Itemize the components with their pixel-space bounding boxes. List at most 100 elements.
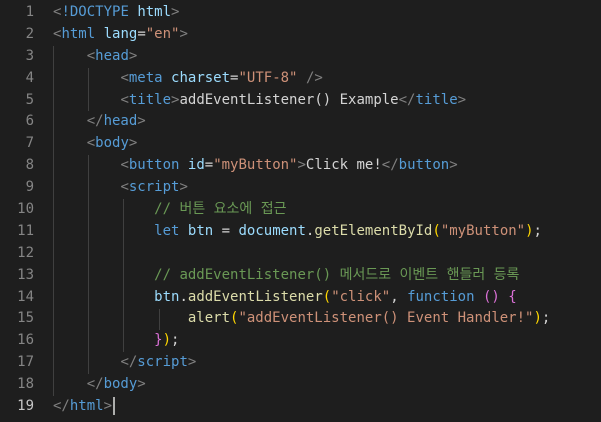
code-line[interactable]: <!DOCTYPE html> [53,2,601,24]
code-line[interactable]: btn.addEventListener("click", function (… [53,287,601,309]
line-number: 11 [17,222,34,239]
code-line[interactable]: <meta charset="UTF-8" /> [53,68,601,90]
code-token: html [137,4,172,20]
code-token: ; [541,310,551,327]
code-line[interactable]: // addEventListener() 메서드로 이벤트 핸들러 등록 [53,265,601,287]
code-area[interactable]: <!DOCTYPE html> <html lang="en"> <head> <… [53,2,601,418]
code-token: btn [187,222,214,239]
code-line[interactable]: alert("addEventListener() Event Handler!… [53,308,601,330]
code-line[interactable]: <body> [53,133,601,155]
line-number: 13 [17,266,34,283]
code-editor[interactable]: 1 2 3 4 5 6 7 8 9 10 11 12 13 14 15 16 17 18 19 <!DOCTYPE … [0,0,601,422]
code-line[interactable]: </script> [53,352,601,374]
code-token: "addEventListener() Event Handler!" [238,310,534,327]
code-token: > [137,376,146,393]
line-number: 1 [25,4,34,20]
code-line[interactable]: <script> [53,177,601,199]
code-token: "UTF-8" [238,69,298,86]
code-line[interactable]: </html> [53,396,601,418]
text-cursor [113,397,116,416]
code-token: "en" [145,25,180,42]
line-number: 18 [17,376,34,393]
line-number-gutter: 1 2 3 4 5 6 7 8 9 10 11 12 13 14 15 16 17 18 19 [0,2,34,418]
code-token: meta [128,69,163,86]
line-number: 10 [17,201,34,218]
code-token: </ [398,91,416,108]
code-token: button [398,157,450,174]
line-number: 3 [25,47,34,64]
code-token: </ [86,376,104,393]
code-token: ) [533,310,542,327]
code-token: body [103,376,138,393]
code-line[interactable]: </head> [53,111,601,133]
code-token: !DOCTYPE [61,4,129,20]
code-token: , [390,288,408,305]
code-token: // 버튼 요소에 접근 [154,201,287,218]
line-number: 17 [17,354,34,371]
line-number: 7 [25,135,34,152]
code-token: ( [432,222,441,239]
code-token: < [120,157,129,174]
code-token: > [297,157,306,174]
code-token: function [407,288,475,305]
code-token: ( [322,288,332,305]
code-token: btn [154,288,180,305]
code-token: /> [305,69,323,86]
code-token: lang [103,25,138,42]
code-token: ) [525,222,534,239]
line-number: 9 [25,179,34,196]
code-line[interactable]: <title>addEventListener() Example</title… [53,90,601,112]
code-token: id [187,157,205,174]
code-line[interactable]: <head> [53,46,601,68]
code-line[interactable] [53,243,601,265]
code-token: </ [86,113,104,130]
code-token: > [137,113,146,130]
line-number: 6 [25,113,34,130]
code-token: > [187,354,197,371]
code-line[interactable]: }); [53,330,601,352]
code-token: < [86,47,96,64]
code-token: < [120,91,129,108]
code-token: html [69,398,104,415]
code-token: ; [533,222,542,239]
code-token: </ [120,354,138,371]
code-token: "myButton" [440,222,526,239]
line-number: 12 [17,244,34,261]
code-line[interactable]: <button id="myButton">Click me!</button> [53,155,601,177]
code-line[interactable]: <html lang="en"> [53,24,601,46]
line-number: 2 [25,25,34,42]
code-token: title [128,91,172,108]
line-number: 16 [17,332,34,349]
code-token: > [128,47,138,64]
line-number: 5 [25,91,34,108]
code-token: > [103,398,113,415]
code-token: </ [381,157,399,174]
code-token: > [179,25,188,42]
line-number: 4 [25,69,34,86]
code-line[interactable]: // 버튼 요소에 접근 [53,199,601,221]
code-token: body [95,135,129,152]
code-token: let [154,222,180,239]
code-token: html [61,25,96,42]
code-token: = [204,157,214,174]
code-token: = [213,222,239,239]
code-token: ) [162,332,172,349]
code-line[interactable]: </body> [53,374,601,396]
code-line[interactable]: let btn = document.getElementById("myBut… [53,221,601,243]
code-token: "myButton" [213,157,298,174]
code-token: ; [171,332,180,349]
code-token: Click me! [305,157,382,174]
